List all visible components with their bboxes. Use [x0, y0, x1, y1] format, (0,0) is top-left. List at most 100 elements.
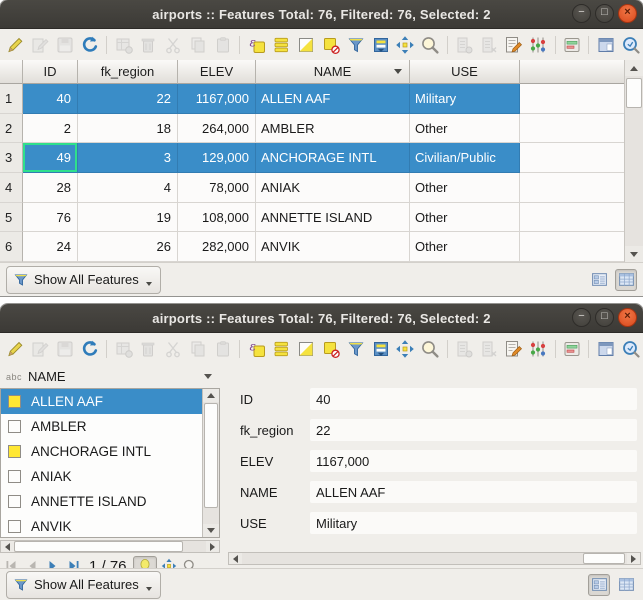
- row-number[interactable]: 4: [0, 173, 23, 203]
- cell-use[interactable]: Other: [410, 203, 520, 233]
- preview-field-selector[interactable]: abc NAME: [0, 364, 222, 388]
- scroll-right-button[interactable]: [627, 553, 640, 564]
- scrollbar-thumb[interactable]: [14, 541, 183, 552]
- cell-id[interactable]: 76: [23, 203, 78, 233]
- cell-elev[interactable]: 78,000: [178, 173, 256, 203]
- row-number[interactable]: 2: [0, 114, 23, 144]
- select-all-button[interactable]: [271, 338, 292, 359]
- reload-button[interactable]: [79, 34, 100, 55]
- cell-elev[interactable]: 1167,000: [178, 84, 256, 114]
- cell-id[interactable]: 2: [23, 114, 78, 144]
- scrollbar-thumb[interactable]: [626, 78, 642, 108]
- invert-selection-button[interactable]: [296, 34, 317, 55]
- field-calculator-button[interactable]: [503, 338, 524, 359]
- cell-name[interactable]: ALLEN AAF: [256, 84, 410, 114]
- cell-name[interactable]: ANCHORAGE INTL: [256, 143, 410, 173]
- feature-list-item[interactable]: ANCHORAGE INTL: [1, 439, 203, 464]
- close-button[interactable]: ×: [618, 4, 637, 23]
- cell-id[interactable]: 40: [23, 84, 78, 114]
- actions-button[interactable]: [562, 338, 583, 359]
- scroll-left-button[interactable]: [1, 541, 14, 552]
- cell-fk_region[interactable]: 3: [78, 143, 178, 173]
- dock-table-button[interactable]: [595, 34, 616, 55]
- cell-fk_region[interactable]: 19: [78, 203, 178, 233]
- field-calculator-button[interactable]: [503, 34, 524, 55]
- feature-list-hscrollbar[interactable]: [0, 540, 220, 553]
- filter-select-button[interactable]: [345, 34, 366, 55]
- toggle-editing-button[interactable]: [5, 34, 26, 55]
- column-header-use[interactable]: USE: [410, 60, 520, 84]
- scroll-down-button[interactable]: [203, 524, 219, 537]
- feature-list-item[interactable]: ANNETTE ISLAND: [1, 489, 203, 514]
- deselect-all-button[interactable]: [321, 34, 342, 55]
- cell-id[interactable]: 28: [23, 173, 78, 203]
- column-header-name[interactable]: NAME: [256, 60, 410, 84]
- column-header-elev[interactable]: ELEV: [178, 60, 256, 84]
- cell-elev[interactable]: 129,000: [178, 143, 256, 173]
- cell-id[interactable]: 49: [23, 143, 78, 173]
- row-number[interactable]: 1: [0, 84, 23, 114]
- invert-selection-button[interactable]: [296, 338, 317, 359]
- field-input-id[interactable]: 40: [310, 388, 637, 410]
- scroll-right-button[interactable]: [206, 541, 219, 552]
- table-view-toggle[interactable]: [615, 269, 637, 291]
- row-number[interactable]: 5: [0, 203, 23, 233]
- move-selection-top-button[interactable]: [370, 34, 391, 55]
- table-row[interactable]: 62426282,000ANVIKOther: [0, 232, 624, 262]
- close-button[interactable]: ×: [618, 308, 637, 327]
- scroll-up-button[interactable]: [203, 389, 219, 402]
- cell-use[interactable]: Other: [410, 232, 520, 262]
- actions-button[interactable]: [562, 34, 583, 55]
- field-input-use[interactable]: Military: [310, 512, 637, 534]
- zoom-to-selection-button[interactable]: [420, 338, 441, 359]
- feature-list-item[interactable]: ANIAK: [1, 464, 203, 489]
- form-hscrollbar[interactable]: [228, 552, 641, 565]
- filter-select-button[interactable]: [345, 338, 366, 359]
- vertical-scrollbar[interactable]: [624, 60, 643, 262]
- maximize-button[interactable]: □: [595, 4, 614, 23]
- dock-table-button[interactable]: [595, 338, 616, 359]
- column-header-id[interactable]: ID: [23, 60, 78, 84]
- search-settings-button[interactable]: [620, 338, 641, 359]
- cell-fk_region[interactable]: 22: [78, 84, 178, 114]
- row-number[interactable]: 3: [0, 143, 23, 173]
- pan-to-selection-button[interactable]: [395, 34, 416, 55]
- cell-elev[interactable]: 108,000: [178, 203, 256, 233]
- row-number[interactable]: 6: [0, 232, 23, 262]
- search-settings-button[interactable]: [620, 34, 641, 55]
- cell-elev[interactable]: 264,000: [178, 114, 256, 144]
- zoom-to-selection-button[interactable]: [420, 34, 441, 55]
- table-view-toggle[interactable]: [615, 574, 637, 596]
- table-row[interactable]: 140221167,000ALLEN AAFMilitary: [0, 84, 624, 114]
- table-row[interactable]: 428478,000ANIAKOther: [0, 173, 624, 203]
- feature-filter-button[interactable]: Show All Features: [6, 571, 161, 599]
- field-input-fk_region[interactable]: 22: [310, 419, 637, 441]
- minimize-button[interactable]: −: [572, 308, 591, 327]
- cell-use[interactable]: Other: [410, 114, 520, 144]
- select-by-expression-button[interactable]: ε: [246, 338, 267, 359]
- feature-filter-button[interactable]: Show All Features: [6, 266, 161, 294]
- scroll-down-button[interactable]: [625, 246, 643, 262]
- cell-elev[interactable]: 282,000: [178, 232, 256, 262]
- cell-name[interactable]: ANNETTE ISLAND: [256, 203, 410, 233]
- reload-button[interactable]: [79, 338, 100, 359]
- feature-list-item[interactable]: ALLEN AAF: [1, 389, 203, 414]
- titlebar[interactable]: airports :: Features Total: 76, Filtered…: [0, 304, 643, 333]
- cell-use[interactable]: Civilian/Public: [410, 143, 520, 173]
- minimize-button[interactable]: −: [572, 4, 591, 23]
- cell-fk_region[interactable]: 26: [78, 232, 178, 262]
- cell-use[interactable]: Other: [410, 173, 520, 203]
- cell-name[interactable]: AMBLER: [256, 114, 410, 144]
- cell-fk_region[interactable]: 4: [78, 173, 178, 203]
- select-by-expression-button[interactable]: ε: [246, 34, 267, 55]
- scroll-left-button[interactable]: [229, 553, 242, 564]
- titlebar[interactable]: airports :: Features Total: 76, Filtered…: [0, 0, 643, 29]
- column-header-fk_region[interactable]: fk_region: [78, 60, 178, 84]
- table-row[interactable]: 2218264,000AMBLEROther: [0, 114, 624, 144]
- form-view-toggle[interactable]: [588, 269, 610, 291]
- field-input-elev[interactable]: 1167,000: [310, 450, 637, 472]
- feature-list-scrollbar[interactable]: [202, 389, 219, 537]
- feature-list-item[interactable]: ANVIK: [1, 514, 203, 538]
- move-selection-top-button[interactable]: [370, 338, 391, 359]
- table-corner-header[interactable]: [0, 60, 23, 84]
